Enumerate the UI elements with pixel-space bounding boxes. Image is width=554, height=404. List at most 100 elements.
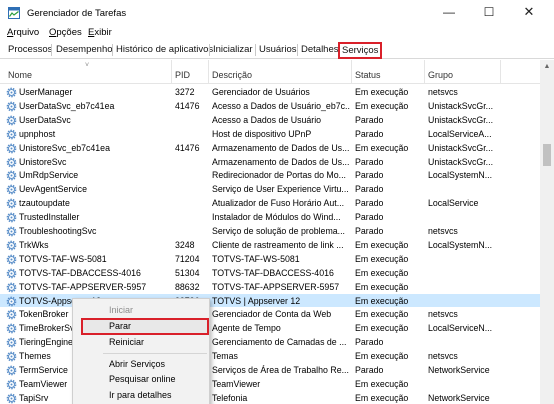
tab-desempenho[interactable]: Desempenho	[54, 43, 115, 58]
service-name: UevAgentService	[19, 184, 87, 195]
scroll-thumb[interactable]	[543, 144, 551, 166]
gear-icon	[6, 198, 17, 209]
service-row[interactable]: TOTVS-TAF-APPSERVER-5957 88632 TOTVS-TAF-A…	[0, 280, 540, 294]
service-status: Parado	[355, 212, 384, 223]
service-description: TOTVS-TAF-DBACCESS-4016	[212, 267, 334, 278]
column-separator[interactable]	[208, 60, 209, 84]
gear-icon	[6, 212, 17, 223]
service-name: TroubleshootingSvc	[19, 226, 97, 236]
column-grupo[interactable]: Grupo	[428, 70, 453, 80]
menu-ir-para-detalhes[interactable]: Ir para detalhes	[109, 390, 172, 400]
menu-exibir[interactable]: Exibir	[88, 27, 112, 38]
gear-icon	[6, 337, 17, 348]
service-group: LocalService	[428, 198, 479, 209]
service-status: Em execução	[355, 87, 409, 97]
tab-servicos[interactable]: Serviços	[338, 42, 383, 59]
menu-parar[interactable]: Parar	[109, 321, 131, 331]
service-row[interactable]: UnistoreSvc Armazenamento de Dados de Us.…	[0, 155, 540, 169]
service-status: Em execução	[355, 142, 409, 153]
title-bar: Gerenciador de Tarefas — ☐ ✕	[0, 0, 554, 26]
menu-separator	[103, 353, 207, 354]
scroll-up-arrow-icon[interactable]: ▲	[540, 60, 554, 74]
service-description: Gerenciamento de Camadas de ...	[212, 337, 347, 348]
menu-iniciar[interactable]: Iniciar	[109, 305, 133, 315]
service-description: Acesso a Dados de Usuário_eb7c...	[212, 100, 350, 111]
service-group: LocalSystemN...	[428, 239, 493, 250]
service-row[interactable]: TOTVS-TAF-DBACCESS-4016 51304 TOTVS-TAF-DB…	[0, 266, 540, 280]
service-group: LocalServiceN...	[428, 323, 493, 334]
gear-icon	[6, 87, 17, 98]
gear-icon	[6, 226, 17, 237]
service-description: Cliente de rastreamento de link ...	[212, 239, 344, 250]
minimize-button[interactable]: —	[430, 2, 468, 22]
service-row[interactable]: TOTVS-TAF-WS-5081 71204 TOTVS-TAF-WS-5081 E…	[0, 252, 540, 266]
service-row[interactable]: UserManager 3272 Gerenciador de Usuários Em…	[0, 85, 540, 99]
column-nome[interactable]: Nome	[8, 70, 32, 80]
service-pid: 88632	[175, 281, 200, 292]
service-status: Em execução	[355, 253, 409, 264]
tab-usuarios[interactable]: Usuários	[257, 43, 299, 58]
column-separator[interactable]	[171, 60, 172, 84]
service-name: TOTVS-TAF-DBACCESS-4016	[19, 267, 141, 278]
service-name: UmRdpService	[19, 170, 79, 181]
service-row[interactable]: UserDataSvc_eb7c41ea 41476 Acesso a Dados …	[0, 99, 540, 113]
service-description: Redirecionador de Portas do Mo...	[212, 170, 346, 181]
service-status: Parado	[355, 128, 384, 139]
service-name: TrkWks	[19, 239, 49, 250]
service-row[interactable]: UevAgentService Serviço de User Experienc…	[0, 182, 540, 196]
column-separator[interactable]	[424, 60, 425, 84]
gear-icon	[6, 351, 17, 362]
service-description: Gerenciador de Conta da Web	[212, 309, 332, 320]
tab-processos[interactable]: Processos	[6, 43, 54, 58]
maximize-button[interactable]: ☐	[470, 2, 508, 22]
column-separator[interactable]	[351, 60, 352, 84]
service-group: netsvcs	[428, 226, 458, 236]
column-status[interactable]: Status	[355, 70, 381, 80]
vertical-scrollbar[interactable]: ▲	[540, 60, 554, 404]
service-status: Em execução	[355, 295, 409, 306]
column-separator[interactable]	[500, 60, 501, 84]
tab-detalhes[interactable]: Detalhes	[299, 43, 341, 58]
tab-inicializar[interactable]: Inicializar	[211, 43, 255, 58]
menu-abrir-servicos[interactable]: Abrir Serviços	[109, 359, 165, 369]
service-status: Em execução	[355, 267, 409, 278]
service-description: Serviço de User Experience Virtu...	[212, 184, 349, 195]
service-name: TrustedInstaller	[19, 212, 80, 223]
service-status: Em execução	[355, 100, 409, 111]
column-pid[interactable]: PID	[175, 70, 190, 80]
menu-reiniciar[interactable]: Reiniciar	[109, 337, 144, 347]
service-row[interactable]: tzautoupdate Atualizador de Fuso Horário …	[0, 196, 540, 210]
menu-pesquisar-online[interactable]: Pesquisar online	[109, 374, 176, 384]
menu-arquivo[interactable]: Arquivo	[7, 27, 39, 38]
service-group: netsvcs	[428, 87, 458, 97]
tab-separator	[51, 44, 52, 56]
tab-bar: Processos Desempenho Histórico de aplica…	[0, 41, 554, 59]
gear-icon	[6, 310, 17, 320]
close-button[interactable]: ✕	[510, 2, 548, 22]
service-name: TOTVS-TAF-WS-5081	[19, 253, 107, 264]
gear-icon	[6, 268, 17, 279]
gear-icon	[6, 323, 17, 334]
service-description: Instalador de Módulos do Wind...	[212, 212, 341, 223]
service-row[interactable]: UserDataSvc Acesso a Dados de Usuário Para…	[0, 113, 540, 127]
service-row[interactable]: TrkWks 3248 Cliente de rastreamento de lin…	[0, 238, 540, 252]
list-header: ˅ Nome PID Descrição Status Grupo	[0, 60, 540, 84]
service-group: UnistackSvcGr...	[428, 114, 494, 125]
column-descricao[interactable]: Descrição	[212, 70, 252, 80]
tab-historico[interactable]: Histórico de aplicativos	[114, 43, 215, 58]
service-name: UserDataSvc	[19, 114, 71, 125]
menu-opcoes[interactable]: Opções	[49, 27, 82, 38]
service-description: Armazenamento de Dados de Us...	[212, 156, 350, 167]
service-group: LocalSystemN...	[428, 170, 493, 181]
service-row[interactable]: TrustedInstaller Instalador de Módulos do…	[0, 210, 540, 224]
service-row[interactable]: UmRdpService Redirecionador de Portas do …	[0, 168, 540, 182]
service-description: TeamViewer	[212, 378, 261, 389]
service-row[interactable]: upnphost Host de dispositivo UPnP Parado Lo…	[0, 127, 540, 141]
service-name: upnphost	[19, 128, 56, 139]
service-row[interactable]: UnistoreSvc_eb7c41ea 41476 Armazenamento d…	[0, 141, 540, 155]
gear-icon	[6, 393, 17, 404]
service-group: NetworkService	[428, 365, 490, 375]
gear-icon	[6, 254, 17, 265]
service-description: Host de dispositivo UPnP	[212, 128, 312, 139]
service-row[interactable]: TroubleshootingSvc Serviço de solução de …	[0, 224, 540, 238]
